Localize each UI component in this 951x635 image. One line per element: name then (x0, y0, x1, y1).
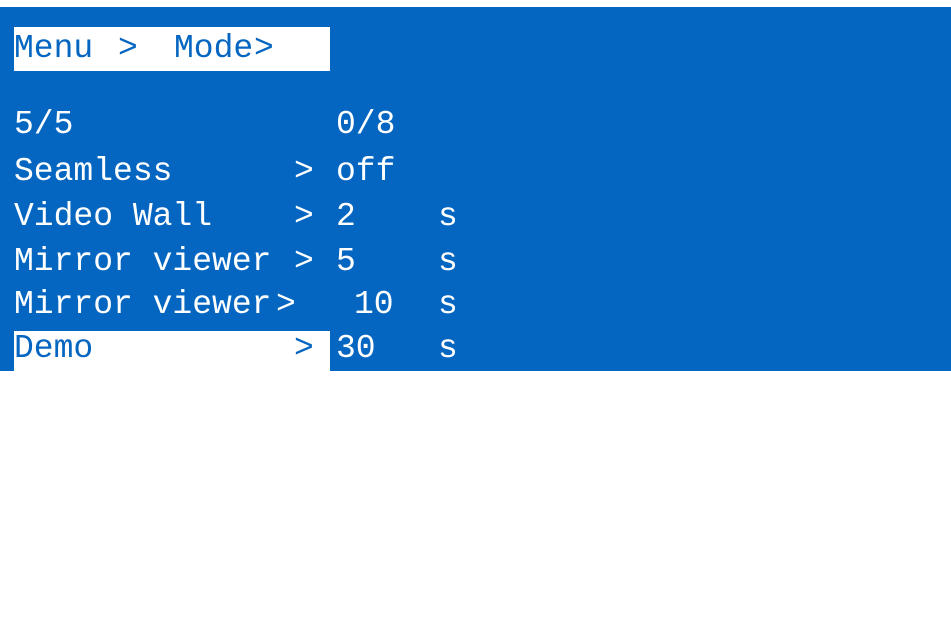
menu-item-video-wall[interactable]: Video Wall > 2 s (14, 195, 951, 239)
menu-item-demo[interactable]: Demo > 30 s (14, 327, 951, 371)
menu-item-unit: s (438, 198, 458, 235)
menu-item-label: Demo (14, 330, 94, 367)
menu-item-mirror-viewer-2[interactable]: Mirror viewer > 10 s (14, 283, 951, 327)
chevron-right-icon: > (294, 153, 314, 190)
menu-item-label: Seamless (14, 153, 173, 190)
page-indicator: 5/5 (14, 106, 74, 143)
menu-item-unit: s (438, 286, 458, 323)
menu-item-value: 10 (354, 286, 394, 323)
breadcrumb-menu[interactable]: Menu (14, 27, 93, 71)
breadcrumb-separator: > (254, 30, 274, 67)
menu-item-label: Mirror viewer (14, 286, 272, 323)
breadcrumb-separator: > (118, 30, 138, 67)
menu-item-label: Video Wall (14, 198, 213, 235)
menu-item-value: 2 (336, 198, 356, 235)
chevron-right-icon: > (294, 243, 314, 280)
chevron-right-icon: > (294, 330, 314, 367)
breadcrumb-mode[interactable]: Mode (174, 27, 253, 71)
item-count: 0/8 (336, 106, 396, 143)
menu-item-value: 5 (336, 243, 356, 280)
chevron-right-icon: > (294, 198, 314, 235)
osd-menu-panel: Menu > Mode > 5/5 0/8 Seamless > off Vid… (0, 7, 951, 371)
menu-item-value: 30 (336, 330, 376, 367)
pager-row: 5/5 0/8 (14, 103, 951, 147)
osd-screen: Menu > Mode > 5/5 0/8 Seamless > off Vid… (0, 0, 951, 371)
chevron-right-icon: > (276, 286, 296, 323)
menu-item-mirror-viewer[interactable]: Mirror viewer > 5 s (14, 240, 951, 284)
breadcrumb: Menu > Mode > (14, 27, 330, 71)
menu-item-label: Mirror viewer (14, 243, 272, 280)
menu-item-seamless[interactable]: Seamless > off (14, 150, 951, 194)
menu-item-value: off (336, 153, 396, 190)
menu-item-unit: s (438, 243, 458, 280)
menu-item-unit: s (438, 330, 458, 367)
